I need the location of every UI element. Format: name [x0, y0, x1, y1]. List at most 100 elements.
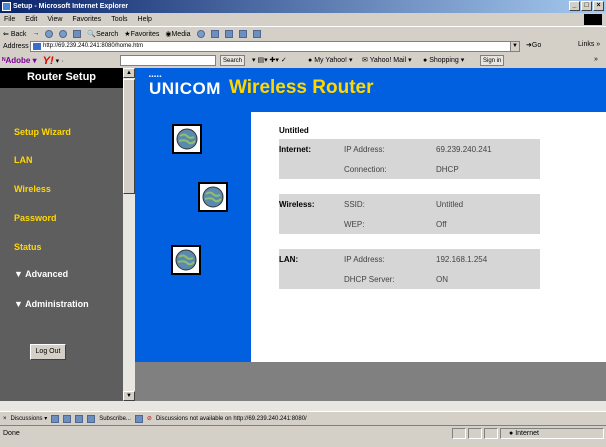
sidebar: Router Setup Setup Wizard LAN Wireless P…	[0, 68, 123, 401]
sidebar-item-setup-wizard[interactable]: Setup Wizard	[14, 127, 71, 137]
discussions-menu[interactable]: Discussions ▾	[11, 415, 48, 422]
address-dropdown-icon[interactable]: ▼	[510, 42, 519, 51]
my-yahoo-button[interactable]: ● My Yahoo! ▾	[308, 56, 352, 64]
yahoo-menu-arrow[interactable]: ▾ ·	[56, 57, 64, 65]
field-value: 69.239.240.241	[436, 145, 492, 154]
discussions-bar: × Discussions ▾ Subscribe... ⊘ Discussio…	[0, 411, 606, 425]
menu-edit[interactable]: Edit	[25, 13, 37, 26]
subscribe-button[interactable]: Subscribe...	[99, 416, 131, 422]
window-title-bar: Setup - Microsoft Internet Explorer _ □ …	[0, 0, 606, 13]
scrollbar-thumb[interactable]	[123, 79, 135, 194]
banner-tagline: ■ ■ ■ ■ ■	[149, 74, 162, 78]
wireless-section: Wireless: SSID: Untitled WEP: Off	[279, 194, 540, 246]
globe-icon	[171, 245, 201, 275]
field-label: IP Address:	[344, 145, 385, 154]
internet-zone: ● Internet	[509, 430, 539, 437]
yahoo-logo-icon[interactable]: Y!	[43, 55, 54, 67]
horizontal-scrollbar[interactable]	[0, 401, 606, 411]
go-button[interactable]: ➜Go	[526, 41, 541, 49]
discussions-close-icon[interactable]: ×	[3, 416, 7, 422]
links-button[interactable]: Links »	[578, 41, 600, 48]
sidebar-item-administration[interactable]: ▼ Administration	[14, 299, 89, 309]
maximize-button[interactable]: □	[581, 1, 592, 11]
address-bar: Address http://69.239.240.241:8080/home.…	[0, 40, 606, 53]
menu-view[interactable]: View	[47, 13, 62, 26]
stop-icon[interactable]	[45, 29, 54, 38]
sidebar-item-advanced[interactable]: ▼ Advanced	[14, 269, 68, 279]
yahoo-search-input[interactable]	[120, 55, 216, 66]
main-content: ■ ■ ■ ■ ■ UNICOM Wireless Router Untitle…	[135, 68, 606, 401]
menu-favorites[interactable]: Favorites	[72, 13, 101, 26]
field-label: IP Address:	[344, 255, 385, 264]
field-label: DHCP Server:	[344, 275, 395, 284]
address-url: http://69.239.240.241:8080/home.htm	[43, 43, 144, 49]
sidebar-item-status[interactable]: Status	[14, 242, 42, 252]
section-label: LAN:	[279, 255, 299, 264]
sidebar-item-wireless[interactable]: Wireless	[14, 184, 51, 194]
forward-button[interactable]: →	[32, 30, 39, 37]
discussion-pane-icon[interactable]	[134, 414, 143, 423]
history-icon[interactable]	[196, 29, 205, 38]
banner: ■ ■ ■ ■ ■ UNICOM Wireless Router	[135, 68, 606, 112]
sidebar-item-password[interactable]: Password	[14, 213, 57, 223]
yahoo-mail-button[interactable]: ✉ Yahoo! Mail ▾	[362, 56, 412, 64]
field-value: ON	[436, 275, 448, 284]
minimize-button[interactable]: _	[569, 1, 580, 11]
sidebar-title: Router Setup	[0, 68, 123, 88]
banner-product: Wireless Router	[229, 77, 374, 98]
mail-icon[interactable]	[210, 29, 219, 38]
field-value: DHCP	[436, 165, 459, 174]
field-value: 192.168.1.254	[436, 255, 488, 264]
status-text: Done	[3, 430, 20, 437]
unicom-logo: UNICOM	[149, 79, 221, 98]
status-illustration	[135, 112, 251, 362]
status-panel: Untitled Internet: IP Address: 69.239.240.…	[251, 112, 606, 362]
address-label: Address	[3, 43, 29, 50]
yahoo-more-chevron[interactable]: »	[594, 56, 598, 63]
scroll-down-icon[interactable]: ▼	[123, 391, 135, 401]
menu-tools[interactable]: Tools	[111, 13, 127, 26]
shopping-button[interactable]: ● Shopping ▾	[423, 56, 464, 64]
browser-viewport: Router Setup Setup Wizard LAN Wireless P…	[0, 68, 606, 411]
print-icon[interactable]	[224, 29, 233, 38]
sidebar-item-lan[interactable]: LAN	[14, 155, 33, 165]
globe-icon	[172, 124, 202, 154]
address-input[interactable]: http://69.239.240.241:8080/home.htm ▼	[30, 41, 520, 52]
discussion-tool-icon[interactable]	[75, 414, 84, 423]
standard-toolbar: ⇐ Back → 🔍Search ★Favorites ◉Media	[0, 26, 606, 40]
yahoo-toolbar: ᴺAdobe ▾ Y! ▾ · Search ▾ ▤▾ ✚▾ ✓ ● My Ya…	[0, 53, 606, 68]
media-button[interactable]: ◉Media	[165, 30, 190, 38]
discussion-tool-icon[interactable]	[87, 414, 96, 423]
discussions-message: Discussions not available on http://69.2…	[155, 415, 307, 422]
field-label: WEP:	[344, 220, 365, 229]
adobe-menu[interactable]: ᴺAdobe ▾	[2, 56, 37, 65]
search-button[interactable]: 🔍Search	[87, 30, 118, 38]
edit-icon[interactable]	[238, 29, 247, 38]
window-title: Setup - Microsoft Internet Explorer	[13, 3, 129, 10]
sign-in-button[interactable]: Sign in	[480, 55, 505, 66]
scroll-up-icon[interactable]: ▲	[123, 68, 135, 78]
back-button[interactable]: ⇐ Back	[3, 30, 26, 38]
yahoo-search-button[interactable]: Search	[220, 55, 246, 66]
vertical-scrollbar[interactable]: ▲ ▼	[123, 68, 135, 401]
yahoo-tools-icons[interactable]: ▾ ▤▾ ✚▾ ✓	[252, 56, 287, 64]
status-table: Untitled Internet: IP Address: 69.239.240.…	[279, 126, 540, 292]
field-value: Off	[436, 220, 447, 229]
messenger-icon[interactable]	[252, 29, 261, 38]
logout-button[interactable]: Log Out	[30, 344, 66, 360]
close-button[interactable]: ×	[593, 1, 604, 11]
favorites-button[interactable]: ★Favorites	[124, 30, 159, 38]
internet-section: Internet: IP Address: 69.239.240.241 Conne…	[279, 139, 540, 191]
refresh-icon[interactable]	[59, 29, 68, 38]
windows-logo-icon	[584, 14, 602, 25]
field-label: SSID:	[344, 200, 365, 209]
field-value: Untitled	[436, 200, 464, 209]
home-icon[interactable]	[73, 29, 82, 38]
discussion-tool-icon[interactable]	[63, 414, 72, 423]
discussion-tool-icon[interactable]	[51, 414, 60, 423]
menu-file[interactable]: File	[4, 13, 15, 26]
discussions-unavailable-icon: ⊘	[146, 416, 152, 422]
globe-icon	[198, 182, 228, 212]
menu-help[interactable]: Help	[138, 13, 152, 26]
ie-icon	[2, 2, 11, 11]
